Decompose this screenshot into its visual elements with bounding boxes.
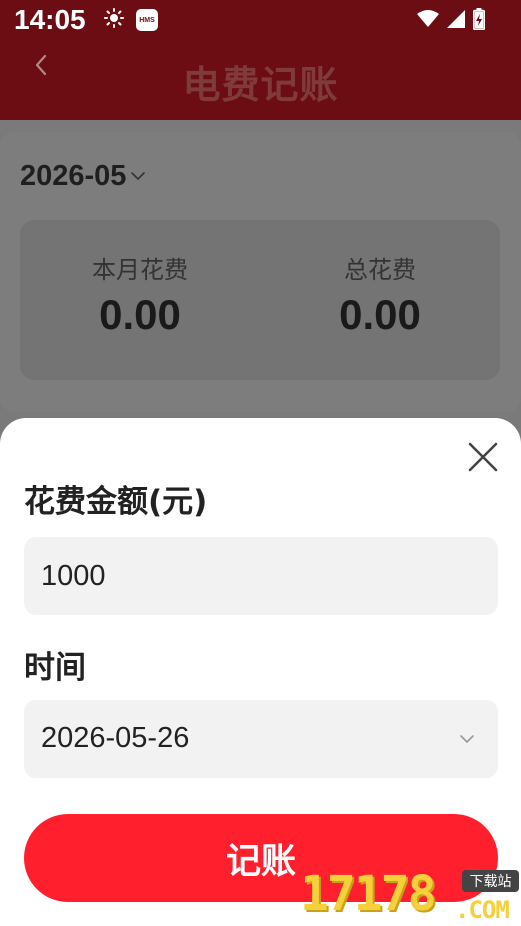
total-spend-label: 总花费: [344, 256, 416, 284]
amount-input[interactable]: [41, 537, 441, 615]
status-right-icons: [417, 8, 486, 34]
total-spend-value: 0.00: [339, 291, 421, 338]
status-time: 14:05: [14, 4, 86, 35]
summary-box: 本月花费 0.00 总花费 0.00: [20, 220, 500, 380]
watermark-tag: 下载站: [462, 870, 519, 892]
total-spend: 总花费 0.00: [260, 250, 500, 339]
month-selector[interactable]: 2026-05: [20, 160, 146, 193]
summary-card: 2026-05 本月花费 0.00 总花费 0.00: [0, 132, 521, 412]
close-button[interactable]: [466, 440, 500, 474]
cellular-signal-icon: [447, 10, 465, 32]
amount-field[interactable]: [24, 537, 498, 615]
chevron-down-icon: [130, 167, 146, 186]
page-title: 电费记账: [182, 63, 339, 107]
wifi-icon: [417, 10, 439, 32]
date-value: 2026-05-26: [41, 722, 190, 754]
add-expense-sheet: 花费金额(元) 时间 2026-05-26 记账: [0, 418, 521, 926]
watermark-number: 17178: [300, 866, 436, 922]
month-spend-label: 本月花费: [92, 256, 188, 284]
hms-icon: HMS: [136, 9, 158, 31]
watermark-domain: .COM: [455, 896, 510, 924]
status-bar: 14:05 HMS: [0, 0, 521, 44]
date-select[interactable]: 2026-05-26: [24, 700, 498, 778]
site-watermark: 17178 下载站 .COM: [300, 866, 521, 926]
status-left-icons: HMS: [104, 8, 158, 32]
month-spend-value: 0.00: [99, 291, 181, 338]
amount-label: 花费金额(元): [24, 484, 208, 520]
battery-charging-icon: [472, 8, 486, 34]
time-label: 时间: [24, 650, 86, 686]
chevron-down-icon: [458, 730, 476, 748]
app-header: 电费记账: [0, 44, 521, 120]
month-label: 2026-05: [20, 160, 127, 192]
close-icon: [466, 442, 500, 478]
month-spend: 本月花费 0.00: [20, 250, 260, 339]
sun-icon: [104, 8, 124, 32]
